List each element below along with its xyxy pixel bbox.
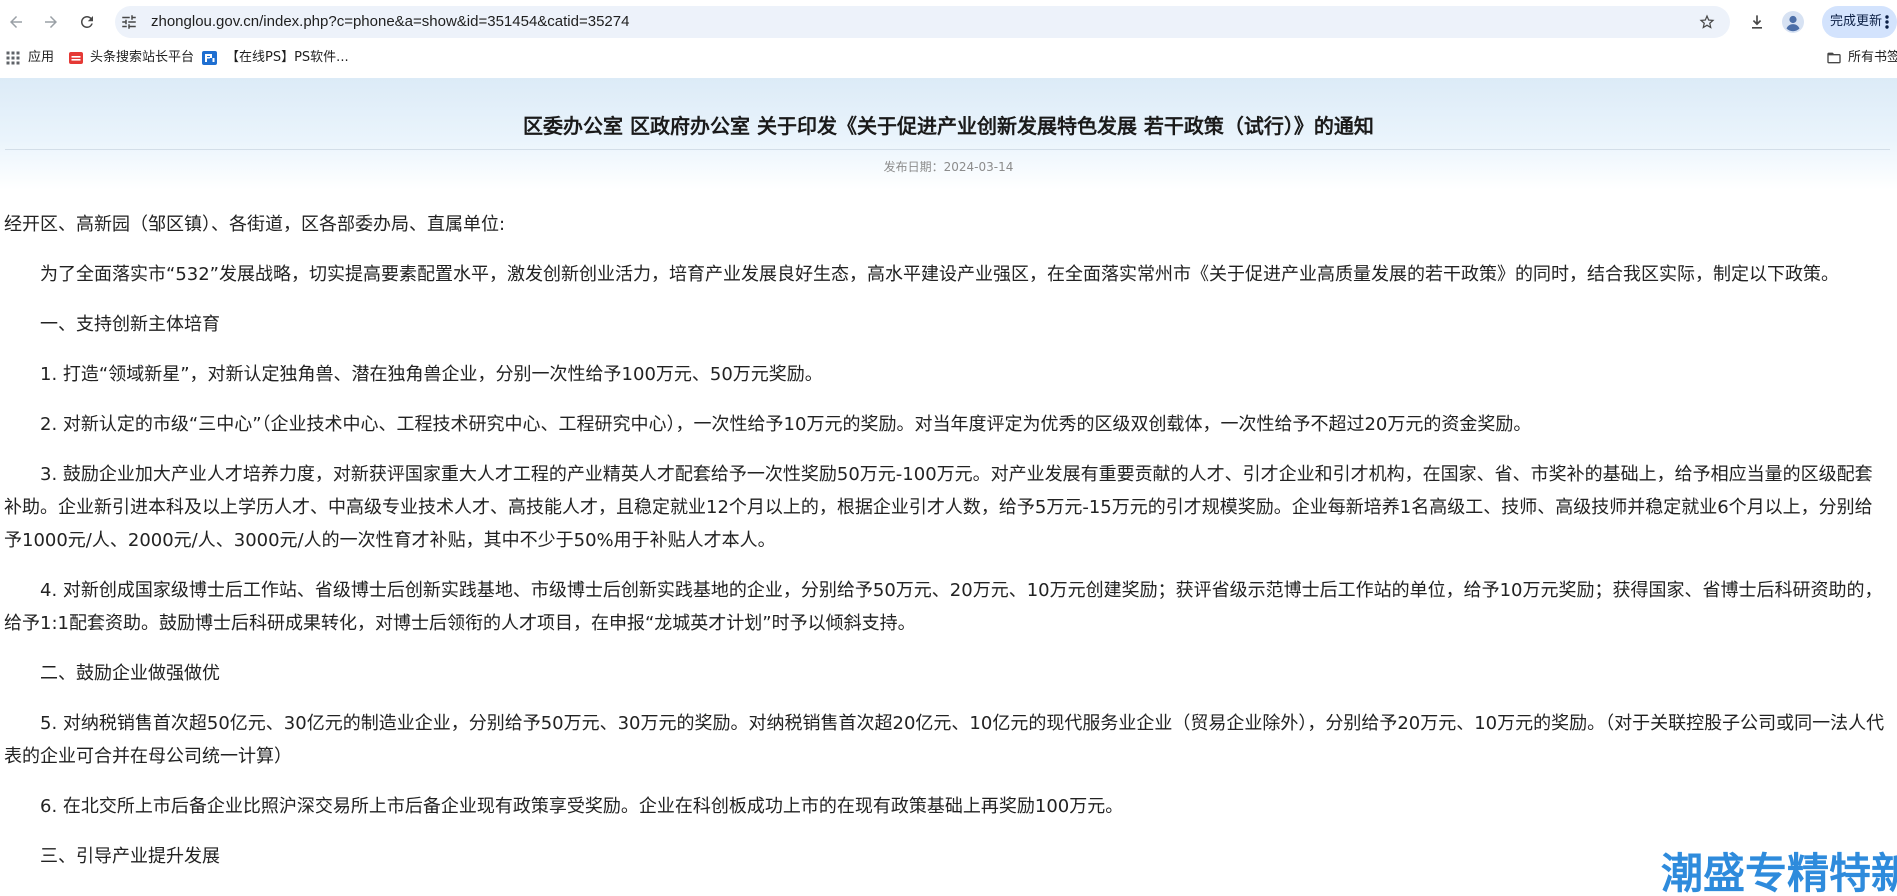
- forward-button[interactable]: [37, 8, 65, 36]
- update-button-label[interactable]: 完成更新: [1830, 6, 1882, 38]
- publish-date: 发布日期：2024-03-14: [883, 160, 1014, 174]
- policy-paragraph: 2. 对新认定的市级“三中心”（企业技术中心、工程技术研究中心、工程研究中心），…: [40, 414, 1532, 435]
- browser-toolbar: zhonglou.gov.cn/index.php?c=phone&a=show…: [0, 0, 1897, 44]
- section-heading: 三、引导产业提升发展: [40, 846, 220, 867]
- site-settings-icon[interactable]: [120, 13, 138, 31]
- policy-paragraph: 1. 打造“领域新星”，对新认定独角兽、潜在独角兽企业，分别一次性给予100万元…: [40, 364, 823, 385]
- bookmark-apps[interactable]: 应用: [28, 48, 54, 68]
- online-ps-favicon-icon[interactable]: [202, 51, 217, 65]
- reload-icon[interactable]: [78, 13, 96, 31]
- back-button[interactable]: [2, 8, 30, 36]
- article-body: 经开区、高新园（邹区镇）、各街道，区各部委办局、直属单位: 为了全面落实市“53…: [4, 208, 1888, 890]
- more-vert-icon[interactable]: [1884, 14, 1890, 30]
- apps-grid-icon[interactable]: [6, 51, 20, 65]
- section-heading: 二、鼓励企业做强做优: [40, 663, 220, 684]
- bookmarks-bar: 应用 头条搜索站长平台 【在线PS】PS软件... 所有书签: [0, 44, 1897, 78]
- policy-paragraph: 4. 对新创成国家级博士后工作站、省级博士后创新实践基地、市级博士后创新实践基地…: [4, 580, 1883, 634]
- url-text[interactable]: zhonglou.gov.cn/index.php?c=phone&a=show…: [151, 6, 629, 38]
- title-divider: [5, 149, 1890, 150]
- policy-paragraph: 3. 鼓励企业加大产业人才培养力度，对新获评国家重大人才工程的产业精英人才配套给…: [4, 464, 1873, 551]
- browser-window: zhonglou.gov.cn/index.php?c=phone&a=show…: [0, 0, 1897, 896]
- policy-paragraph: 为了全面落实市“532”发展战略，切实提高要素配置水平，激发创新创业活力，培育产…: [40, 264, 1839, 285]
- salutation-line: 经开区、高新园（邹区镇）、各街道，区各部委办局、直属单位:: [4, 214, 506, 235]
- address-bar[interactable]: zhonglou.gov.cn/index.php?c=phone&a=show…: [115, 6, 1730, 38]
- bookmark-online-ps[interactable]: 【在线PS】PS软件...: [226, 48, 349, 68]
- bookmark-toutiao[interactable]: 头条搜索站长平台: [90, 48, 194, 68]
- article-title: 区委办公室 区政府办公室 关于印发《关于促进产业创新发展特色发展 若干政策（试行…: [523, 114, 1374, 138]
- forward-arrow-icon[interactable]: [42, 13, 60, 31]
- section-heading: 一、支持创新主体培育: [40, 314, 220, 335]
- back-arrow-icon[interactable]: [7, 13, 25, 31]
- profile-icon[interactable]: [1782, 11, 1804, 33]
- update-chrome-button[interactable]: 完成更新: [1822, 6, 1897, 38]
- reload-button[interactable]: [73, 8, 101, 36]
- download-icon[interactable]: [1747, 12, 1767, 32]
- bookmark-star-icon[interactable]: [1698, 13, 1716, 31]
- all-bookmarks[interactable]: 所有书签: [1848, 48, 1897, 68]
- policy-paragraph: 5. 对纳税销售首次超50亿元、30亿元的制造业企业，分别给予50万元、30万元…: [4, 713, 1885, 767]
- page-content: 区委办公室 区政府办公室 关于印发《关于促进产业创新发展特色发展 若干政策（试行…: [0, 78, 1897, 896]
- policy-paragraph: 6. 在北交所上市后备企业比照沪深交易所上市后备企业现有政策享受奖励。企业在科创…: [40, 796, 1124, 817]
- watermark-text: 潮盛专精特新: [1661, 851, 1897, 896]
- folder-icon[interactable]: [1826, 51, 1842, 65]
- toutiao-favicon-icon[interactable]: [69, 51, 83, 65]
